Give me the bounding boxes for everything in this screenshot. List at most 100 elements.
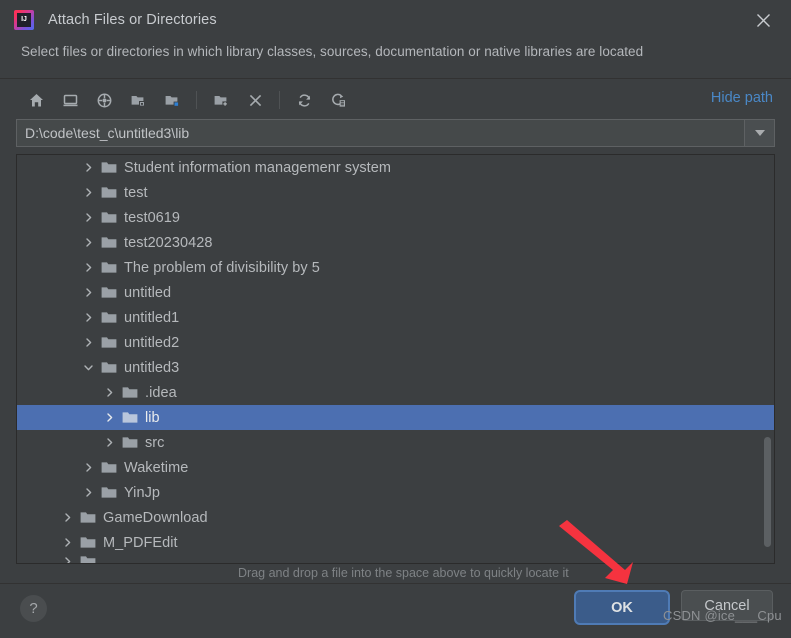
chevron-right-icon[interactable]: [80, 185, 96, 201]
dialog-title: Attach Files or Directories: [48, 11, 217, 28]
tree-node-label: Waketime: [124, 459, 189, 476]
chevron-right-icon[interactable]: [80, 210, 96, 226]
folder-icon: [101, 485, 117, 501]
folder-icon: [101, 335, 117, 351]
tree-node-label: untitled1: [124, 309, 180, 326]
chevron-right-icon[interactable]: [80, 485, 96, 501]
tree-node-label: test20230428: [124, 234, 213, 251]
tree-row[interactable]: lib: [17, 405, 774, 430]
chevron-right-icon[interactable]: [80, 460, 96, 476]
folder-icon: [80, 535, 96, 551]
help-button[interactable]: ?: [20, 595, 47, 622]
tree-node-label: YinJp: [124, 484, 160, 501]
module-folder-icon[interactable]: [157, 86, 187, 114]
tree-row[interactable]: untitled2: [17, 330, 774, 355]
tree-node-label: test: [124, 184, 148, 201]
folder-icon: [101, 260, 117, 276]
file-chooser-toolbar: Hide path: [0, 83, 791, 117]
tree-row[interactable]: untitled1: [17, 305, 774, 330]
tree-row[interactable]: .idea: [17, 380, 774, 405]
directory-tree-panel[interactable]: Student information managemenr system tes…: [16, 154, 775, 564]
new-folder-icon[interactable]: [206, 86, 236, 114]
divider-top: [0, 78, 791, 79]
tree-row[interactable]: The problem of divisibility by 5: [17, 255, 774, 280]
tree-row[interactable]: untitled3: [17, 355, 774, 380]
tree-node-label: The problem of divisibility by 5: [124, 259, 320, 276]
tree-node-label: GameDownload: [103, 509, 208, 526]
folder-icon: [101, 460, 117, 476]
tree-row[interactable]: test: [17, 180, 774, 205]
ok-button[interactable]: OK: [576, 592, 668, 623]
tree-node-label: untitled: [124, 284, 172, 301]
directory-tree: Student information managemenr system tes…: [17, 155, 774, 563]
folder-icon: [101, 185, 117, 201]
show-hidden-icon[interactable]: [323, 86, 353, 114]
project-folder-icon[interactable]: [123, 86, 153, 114]
tree-node-label: M_PDFEdit: [103, 534, 178, 551]
chevron-down-icon[interactable]: [80, 360, 96, 376]
intellij-idea-logo-icon: [14, 9, 34, 30]
tree-row[interactable]: M_PDFEdit: [17, 530, 774, 555]
chevron-right-icon[interactable]: [80, 160, 96, 176]
toolbar-separator-1: [196, 91, 197, 109]
path-row: [16, 119, 775, 147]
tree-row[interactable]: YinJp: [17, 480, 774, 505]
chevron-right-icon[interactable]: [101, 410, 117, 426]
chevron-right-icon[interactable]: [101, 435, 117, 451]
tree-row[interactable]: test20230428: [17, 230, 774, 255]
desktop-icon[interactable]: [55, 86, 85, 114]
chevron-right-icon[interactable]: [80, 310, 96, 326]
chevron-right-icon[interactable]: [101, 385, 117, 401]
hide-path-link[interactable]: Hide path: [711, 90, 773, 106]
folder-icon: [101, 210, 117, 226]
close-icon[interactable]: [749, 6, 777, 34]
home-icon[interactable]: [21, 86, 51, 114]
tree-row[interactable]: [17, 555, 774, 563]
folder-icon: [101, 235, 117, 251]
folder-icon: [101, 310, 117, 326]
tree-node-label: Student information managemenr system: [124, 159, 392, 176]
chevron-right-icon[interactable]: [59, 510, 75, 526]
toolbar-separator-2: [279, 91, 280, 109]
folder-icon: [101, 285, 117, 301]
tree-row[interactable]: GameDownload: [17, 505, 774, 530]
drag-drop-hint: Drag and drop a file into the space abov…: [238, 566, 569, 580]
refresh-icon[interactable]: [289, 86, 319, 114]
chevron-right-icon[interactable]: [80, 235, 96, 251]
tree-row[interactable]: test0619: [17, 205, 774, 230]
path-input[interactable]: [16, 119, 744, 147]
delete-icon[interactable]: [240, 86, 270, 114]
tree-node-label: untitled2: [124, 334, 180, 351]
chevron-right-icon[interactable]: [59, 555, 75, 563]
target-icon[interactable]: [89, 86, 119, 114]
folder-icon: [80, 510, 96, 526]
chevron-right-icon[interactable]: [80, 260, 96, 276]
chevron-down-icon: [754, 130, 765, 136]
folder-icon: [101, 360, 117, 376]
tree-row[interactable]: Student information managemenr system: [17, 155, 774, 180]
tree-node-label: src: [145, 434, 165, 451]
tree-node-label: .idea: [145, 384, 177, 401]
tree-row[interactable]: src: [17, 430, 774, 455]
folder-icon: [101, 160, 117, 176]
tree-row[interactable]: untitled: [17, 280, 774, 305]
watermark-text: CSDN @ice___Cpu: [663, 608, 782, 623]
chevron-right-icon[interactable]: [80, 335, 96, 351]
folder-icon: [122, 435, 138, 451]
path-dropdown-button[interactable]: [744, 119, 775, 147]
tree-node-label: untitled3: [124, 359, 180, 376]
title-bar: Attach Files or Directories: [0, 0, 791, 39]
tree-row[interactable]: Waketime: [17, 455, 774, 480]
tree-scrollbar-thumb[interactable]: [764, 437, 771, 547]
folder-icon: [122, 385, 138, 401]
chevron-right-icon[interactable]: [80, 285, 96, 301]
tree-node-label: test0619: [124, 209, 181, 226]
folder-icon: [122, 410, 138, 426]
divider-bottom: [0, 583, 791, 584]
folder-icon: [80, 555, 96, 563]
dialog-description: Select files or directories in which lib…: [21, 44, 644, 59]
tree-scrollbar[interactable]: [762, 156, 773, 563]
tree-node-label: lib: [145, 409, 160, 426]
chevron-right-icon[interactable]: [59, 535, 75, 551]
attach-files-dialog: Attach Files or Directories Select files…: [0, 0, 791, 638]
